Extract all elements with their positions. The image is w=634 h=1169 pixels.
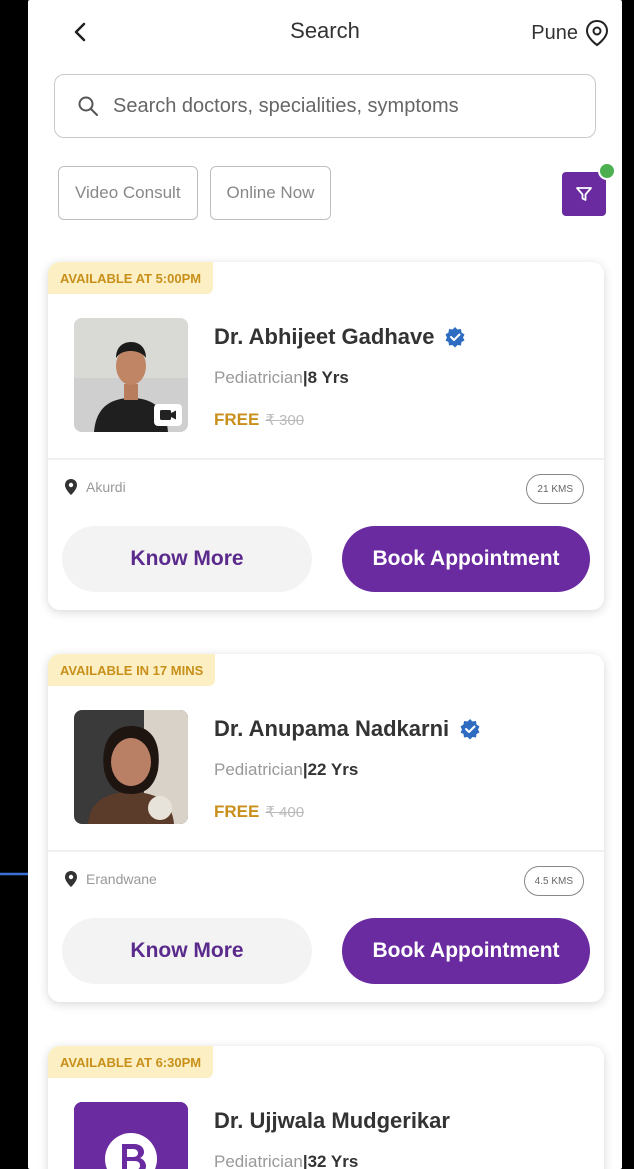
doctor-photo[interactable]	[74, 318, 188, 432]
doctor-name[interactable]: Dr. Ujjwala Mudgerikar	[214, 1108, 450, 1134]
doctor-name[interactable]: Dr. Abhijeet Gadhave	[214, 324, 466, 350]
video-consult-badge	[154, 404, 182, 426]
placeholder-logo-icon	[74, 1102, 188, 1169]
distance-badge: 4.5 KMS	[523, 866, 584, 896]
city-label: Pune	[531, 21, 578, 44]
top-bar: Search Pune	[28, 0, 622, 66]
search-box[interactable]	[54, 74, 596, 138]
chip-online-now[interactable]: Online Now	[209, 166, 332, 220]
verified-check-icon	[445, 327, 465, 348]
doctor-card: AVAILABLE AT 6:30PM Dr. Ujjwala Mudgerik…	[48, 1046, 604, 1169]
location-pin-icon	[65, 871, 77, 887]
know-more-button[interactable]: Know More	[62, 918, 312, 984]
card-divider	[48, 458, 604, 460]
speciality-line: Pediatrician|22 Yrs	[214, 760, 358, 780]
doctor-name-text: Dr. Abhijeet Gadhave	[214, 324, 435, 349]
fee-free: FREE	[214, 802, 260, 821]
fee-line: FREE ₹ 300	[214, 410, 304, 430]
doctor-card: AVAILABLE AT 5:00PM Dr. Abhijeet Gadhave	[48, 262, 604, 610]
experience: 8 Yrs	[307, 368, 349, 387]
doctor-name[interactable]: Dr. Anupama Nadkarni	[214, 716, 481, 742]
doctor-card: AVAILABLE IN 17 MINS Dr. Anupama Nadkarn…	[48, 654, 604, 1002]
doctor-name-text: Dr. Ujjwala Mudgerikar	[214, 1108, 450, 1133]
filter-chips: Video Consult Online Now	[58, 166, 332, 220]
availability-badge: AVAILABLE IN 17 MINS	[48, 654, 216, 686]
fee-free: FREE	[214, 410, 260, 429]
search-icon	[78, 96, 98, 116]
video-camera-icon	[160, 410, 176, 420]
book-appointment-button[interactable]: Book Appointment	[342, 526, 590, 592]
app-screen: Search Pune Video Consult Online Now AVA…	[28, 0, 622, 1169]
fee-original: ₹ 400	[265, 804, 305, 821]
location-pin-icon	[65, 479, 77, 495]
doctor-name-text: Dr. Anupama Nadkarni	[214, 716, 450, 741]
availability-badge: AVAILABLE AT 5:00PM	[48, 262, 214, 294]
fee-original: ₹ 300	[265, 412, 305, 429]
speciality: Pediatrician	[214, 760, 303, 779]
location-pin-icon	[585, 19, 609, 47]
fee-line: FREE ₹ 400	[214, 802, 304, 822]
experience: 22 Yrs	[307, 760, 359, 779]
experience: 32 Yrs	[307, 1152, 359, 1169]
know-more-button[interactable]: Know More	[62, 526, 312, 592]
doctor-photo[interactable]	[74, 710, 188, 824]
clinic-location: Erandwane	[64, 870, 157, 888]
doctor-avatar-image	[74, 710, 188, 824]
distance-badge: 21 KMS	[526, 474, 584, 504]
city-selector[interactable]: Pune	[531, 16, 610, 50]
speciality: Pediatrician	[214, 1152, 303, 1169]
filter-icon	[576, 187, 592, 201]
verified-check-icon	[460, 719, 480, 740]
clinic-location: Akurdi	[64, 478, 126, 496]
location-name: Erandwane	[86, 871, 157, 887]
book-appointment-button[interactable]: Book Appointment	[342, 918, 590, 984]
chip-video-consult[interactable]: Video Consult	[58, 166, 198, 220]
doctor-photo[interactable]	[74, 1102, 188, 1169]
filter-button[interactable]	[562, 172, 606, 216]
card-divider	[48, 850, 604, 852]
speciality: Pediatrician	[214, 368, 303, 387]
availability-badge: AVAILABLE AT 6:30PM	[48, 1046, 214, 1078]
speciality-line: Pediatrician|32 Yrs	[214, 1152, 358, 1169]
search-input[interactable]	[111, 93, 575, 119]
location-name: Akurdi	[86, 479, 126, 495]
speciality-line: Pediatrician|8 Yrs	[214, 368, 349, 388]
filter-active-dot	[598, 162, 616, 180]
